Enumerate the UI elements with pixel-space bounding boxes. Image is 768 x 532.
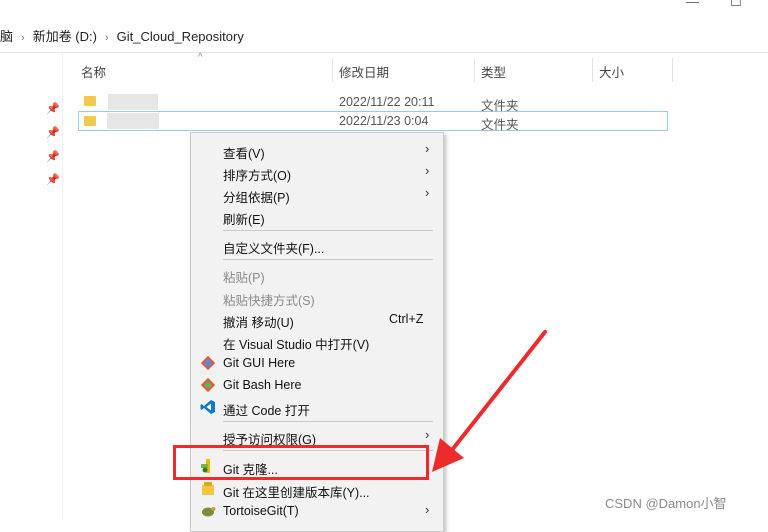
highlight-box (173, 445, 429, 480)
menu-item-view[interactable]: 查看(V) (223, 143, 265, 162)
vscode-icon (200, 400, 215, 414)
table-row[interactable]: 2022/11/22 20:11 文件夹 (78, 92, 668, 113)
column-divider[interactable] (672, 58, 673, 82)
menu-item-customize-folder[interactable]: 自定义文件夹(F)... (223, 238, 324, 257)
git-gui-icon (200, 355, 216, 371)
menu-item-refresh[interactable]: 刷新(E) (223, 209, 265, 228)
sort-ascending-icon: ^ (198, 52, 203, 63)
column-header-modified[interactable]: 修改日期 (339, 62, 389, 81)
menu-item-git-create-repository[interactable]: Git 在这里创建版本库(Y)... (223, 482, 370, 501)
folder-icon (84, 96, 96, 106)
menu-item-sort[interactable]: 排序方式(O) (223, 165, 291, 184)
menu-item-tortoisegit[interactable]: TortoiseGit(T) (223, 504, 299, 518)
menu-item-group[interactable]: 分组依据(P) (223, 187, 290, 206)
menu-item-undo-move[interactable]: 撤消 移动(U) (223, 312, 294, 331)
cell-type: 文件夹 (481, 118, 519, 132)
tortoisegit-icon (202, 507, 216, 517)
git-create-repo-icon (202, 482, 214, 495)
folder-icon (84, 116, 96, 126)
redacted-filename (108, 94, 158, 110)
column-divider[interactable] (332, 58, 333, 82)
breadcrumb-item-folder[interactable]: Git_Cloud_Repository (117, 26, 244, 48)
table-row[interactable]: 2022/11/23 0:04 文件夹 (78, 111, 668, 132)
menu-item-paste[interactable]: 粘贴(P) (223, 267, 265, 286)
cell-modified: 2022/11/22 20:11 (339, 95, 435, 109)
menu-separator (223, 421, 433, 422)
pin-icon[interactable]: 📌 (46, 126, 60, 139)
pin-icon[interactable]: 📌 (46, 150, 60, 163)
maximize-button[interactable]: ☐ (730, 0, 742, 10)
navigation-pane[interactable] (0, 53, 63, 520)
menu-item-open-with-code[interactable]: 通过 Code 打开 (223, 400, 310, 419)
submenu-arrow-icon: › (425, 185, 430, 200)
menu-item-open-visual-studio[interactable]: 在 Visual Studio 中打开(V) (223, 334, 369, 353)
shortcut-hint: Ctrl+Z (389, 312, 424, 326)
column-header-name[interactable]: 名称 (81, 62, 106, 81)
breadcrumb-item-drive[interactable]: 新加卷 (D:) (33, 26, 97, 48)
breadcrumb-item-this-pc[interactable]: 脑 (0, 26, 13, 48)
submenu-arrow-icon: › (425, 502, 430, 517)
submenu-arrow-icon: › (425, 141, 430, 156)
breadcrumb: 脑 › 新加卷 (D:) › Git_Cloud_Repository (0, 26, 244, 48)
menu-separator (223, 230, 433, 231)
cell-modified: 2022/11/23 0:04 (339, 114, 429, 128)
submenu-arrow-icon: › (425, 427, 430, 442)
pin-icon[interactable]: 📌 (46, 173, 60, 186)
divider (0, 52, 768, 53)
column-header-type[interactable]: 类型 (481, 62, 506, 81)
menu-separator (223, 259, 433, 260)
watermark-text: CSDN @Damon小智 (605, 496, 727, 511)
menu-item-paste-shortcut[interactable]: 粘贴快捷方式(S) (223, 290, 315, 309)
chevron-right-icon[interactable]: › (21, 27, 25, 49)
redacted-filename (107, 113, 159, 129)
submenu-arrow-icon: › (425, 163, 430, 178)
column-header-size[interactable]: 大小 (599, 62, 624, 81)
column-divider[interactable] (474, 58, 475, 82)
column-divider[interactable] (592, 58, 593, 82)
minimize-button[interactable]: — (686, 0, 699, 9)
git-bash-icon (200, 377, 216, 393)
pin-icon[interactable]: 📌 (46, 102, 60, 115)
chevron-right-icon[interactable]: › (105, 27, 109, 49)
menu-item-git-gui[interactable]: Git GUI Here (223, 356, 295, 370)
menu-item-git-bash[interactable]: Git Bash Here (223, 378, 302, 392)
